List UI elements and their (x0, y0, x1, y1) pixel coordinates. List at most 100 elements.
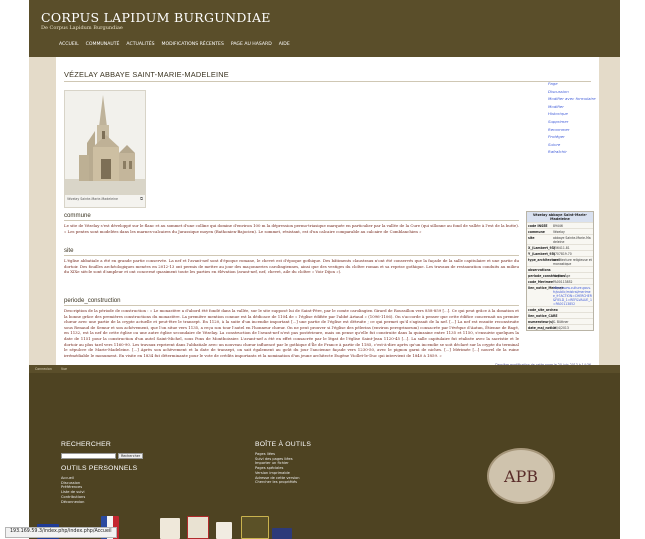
church-photo[interactable]: Vézelay Sainte-Marie-Madeleine ⧉ (64, 90, 146, 208)
section-periode-construction: periode_construction Description de la p… (64, 297, 519, 358)
infobox-value (552, 267, 593, 272)
action-watch[interactable]: Suivre (548, 142, 592, 150)
search-button[interactable]: Rechercher (118, 453, 144, 459)
personal-link-contributions[interactable]: Contributions (61, 495, 85, 500)
action-rename[interactable]: Renommer (548, 127, 592, 135)
infobox-value: S. Büttner (553, 319, 569, 324)
infobox-row: code INSEE 89446 (527, 222, 593, 228)
title-divider (64, 81, 591, 82)
infobox-key: periode_construction (528, 273, 565, 278)
section-commune: commune Le site de Vézelay s'est dévelop… (64, 212, 519, 234)
page-title: VÉZELAY ABBAYE SAINT-MARIE-MADELEINE (64, 70, 229, 79)
infobox-row: numeroteur(s) S. Büttner (527, 318, 593, 324)
site-header: CORPUS LAPIDUM BURGUNDIAE De Corpus Lapi… (29, 0, 620, 57)
nav-actualites[interactable]: ACTUALITÉS (126, 42, 154, 52)
login-link[interactable]: Connexion (35, 367, 52, 371)
infobox-row: site abbaye Sainte-Marie-Madeleine (527, 234, 593, 244)
infobox-value[interactable]: http://www.culture.gouv.fr/public/mistra… (552, 285, 593, 306)
infobox-value: 6707819.70 (553, 251, 572, 256)
pierre-logo[interactable] (187, 516, 209, 539)
nav-modifications-recentes[interactable]: MODIFICATIONS RÉCENTES (162, 42, 224, 52)
nav-page-au-hasard[interactable]: PAGE AU HASARD (231, 42, 272, 52)
nav-aide[interactable]: AIDE (279, 42, 290, 52)
photo-caption: Vézelay Sainte-Marie-Madeleine (67, 197, 118, 201)
infobox-row: date_maj_notice 20/4/2013 (527, 324, 593, 330)
action-refresh[interactable]: Rafraîchir (548, 149, 592, 157)
search-input[interactable] (61, 453, 116, 459)
personal-link-logout[interactable]: Déconnexion (61, 500, 85, 505)
infobox-key: lien_notice_Merimee (528, 285, 564, 290)
infobox-value: 756411.81 (553, 245, 570, 250)
tool-browse-properties[interactable]: Chercher les propriétés (255, 480, 300, 485)
section-divider (64, 255, 519, 256)
infobox-row: type_architectural architecture religieus… (527, 256, 593, 266)
infobox-key: X_(Lambert_93) (528, 245, 556, 250)
personal-tools-heading: OUTILS PERSONNELS (61, 465, 138, 472)
partner-logo-1[interactable] (160, 518, 180, 539)
nav-accueil[interactable]: ACCUEIL (59, 42, 79, 52)
section-heading: site (64, 247, 74, 254)
infobox-key: Y_(Lambert_93) (528, 251, 556, 256)
section-heading: periode_construction (64, 297, 121, 304)
action-page[interactable]: Page (548, 81, 592, 89)
site-footer: RECHERCHER Rechercher OUTILS PERSONNELS … (29, 373, 620, 539)
page-frame: CORPUS LAPIDUM BURGUNDIAE De Corpus Lapi… (29, 0, 620, 539)
infobox-value: PA00113852 (553, 279, 573, 284)
action-history[interactable]: Historique (548, 111, 592, 119)
mssh-logo[interactable] (241, 516, 269, 539)
infobox-row: code_site_archeo (527, 306, 593, 312)
apb-logo-text: APB (503, 467, 539, 486)
site-subtitle: De Corpus Lapidum Burgundiae (41, 25, 123, 31)
action-edit[interactable]: Modifier (548, 104, 592, 112)
infobox-key: numeroteur(s) (528, 319, 554, 324)
infobox-key: site (528, 235, 535, 240)
infobox-key: code_site_archeo (528, 307, 558, 312)
infobox-row: lien_notice_CARE (527, 312, 593, 318)
infobox-row: periode_construction Moyen Âge (527, 272, 593, 278)
section-divider (64, 220, 519, 221)
action-discussion[interactable]: Discussion (548, 89, 592, 97)
infobox-value: 89446 (553, 223, 563, 228)
section-text: Description de la période de constructio… (64, 308, 519, 358)
infobox-row: lien_notice_Merimee http://www.culture.go… (527, 284, 593, 306)
infobox-key: lien_notice_CARE (528, 313, 558, 318)
apb-logo[interactable]: APB (487, 448, 555, 504)
section-text: Le site de Vézelay s'est développé sur l… (64, 223, 519, 234)
infobox-key: commune (528, 229, 545, 234)
infobox-value: 20/4/2013 (553, 325, 569, 330)
infobox-value: abbaye Sainte-Marie-Madeleine (553, 235, 591, 244)
infobox-key: type_architectural (528, 257, 560, 262)
infobox-key: date_maj_notice (528, 325, 557, 330)
nav-communaute[interactable]: COMMUNAUTÉ (86, 42, 120, 52)
infobox-value: Vézelay (553, 229, 565, 234)
partner-logos (29, 514, 620, 539)
infobox-row: observations (527, 266, 593, 272)
infobox-rows: code INSEE 89446 commune Vézelay site abbaye … (527, 222, 593, 330)
bottom-strip: Connexion Vue (29, 365, 620, 373)
personal-tools-list: Accueil Discussion Préférences Liste de … (61, 476, 85, 504)
section-divider (64, 305, 519, 306)
infobox-value (552, 313, 593, 318)
site-title[interactable]: CORPUS LAPIDUM BURGUNDIAE (41, 10, 271, 25)
infobox-value (552, 307, 593, 312)
infobox-value: architecture religieuse et monastique (553, 257, 592, 266)
partner-logo-5[interactable] (272, 528, 292, 539)
action-delete[interactable]: Supprimer (548, 119, 592, 127)
infobox-row: code_Merimee PA00113852 (527, 278, 593, 284)
action-protect[interactable]: Protéger (548, 134, 592, 142)
infobox-key: observations (528, 267, 551, 272)
infobox-key: code_Merimee (528, 279, 554, 284)
search-heading: RECHERCHER (61, 441, 111, 448)
infobox-row: Y_(Lambert_93) 6707819.70 (527, 250, 593, 256)
partner-logo-3[interactable] (216, 522, 232, 539)
view-link[interactable]: Vue (61, 367, 67, 371)
section-text: L'église abbatiale a été en grande parti… (64, 258, 519, 275)
infobox-row: commune Vézelay (527, 228, 593, 234)
toolbox-list: Pages liées Suivi des pages liées Import… (255, 452, 300, 485)
enlarge-icon[interactable]: ⧉ (140, 196, 143, 201)
action-edit-form[interactable]: Modifier avec formulaire (548, 96, 596, 104)
section-heading: commune (64, 212, 91, 219)
infobox-title: Vézelay abbaye Saint-Marie-Madeleine (527, 212, 593, 222)
content-area: VÉZELAY ABBAYE SAINT-MARIE-MADELEINE Véz… (56, 57, 599, 418)
browser-status-bar: 193.169.59.3/index.php/index.php/Accueil (5, 527, 117, 538)
